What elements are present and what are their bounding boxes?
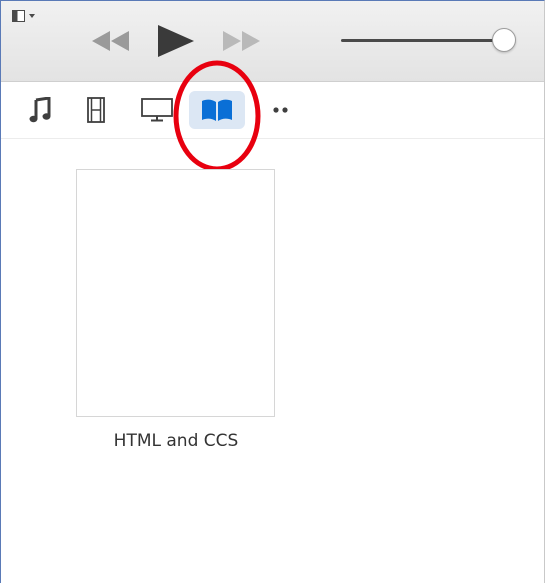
- media-kind-bar: [1, 82, 544, 139]
- film-icon: [87, 97, 105, 123]
- media-kind-more[interactable]: [271, 92, 291, 128]
- volume-slider-track[interactable]: [341, 39, 503, 42]
- itunes-window: HTML and CCS: [0, 0, 545, 583]
- media-kind-tv-shows[interactable]: [139, 92, 175, 128]
- media-kind-movies[interactable]: [81, 92, 111, 128]
- music-note-icon: [29, 97, 51, 123]
- media-kind-music[interactable]: [25, 92, 55, 128]
- media-kind-books[interactable]: [189, 91, 245, 129]
- rewind-icon[interactable]: [89, 27, 131, 55]
- sidebar-toggle-icon[interactable]: [12, 10, 38, 26]
- play-icon[interactable]: [156, 23, 196, 59]
- playback-toolbar: [1, 1, 544, 82]
- book-cover[interactable]: [76, 169, 275, 417]
- fast-forward-icon[interactable]: [221, 27, 263, 55]
- more-icon: [273, 107, 288, 113]
- tv-icon: [141, 98, 173, 122]
- volume-slider-knob[interactable]: [492, 28, 516, 52]
- book-title[interactable]: HTML and CCS: [61, 431, 291, 451]
- book-icon: [202, 99, 232, 121]
